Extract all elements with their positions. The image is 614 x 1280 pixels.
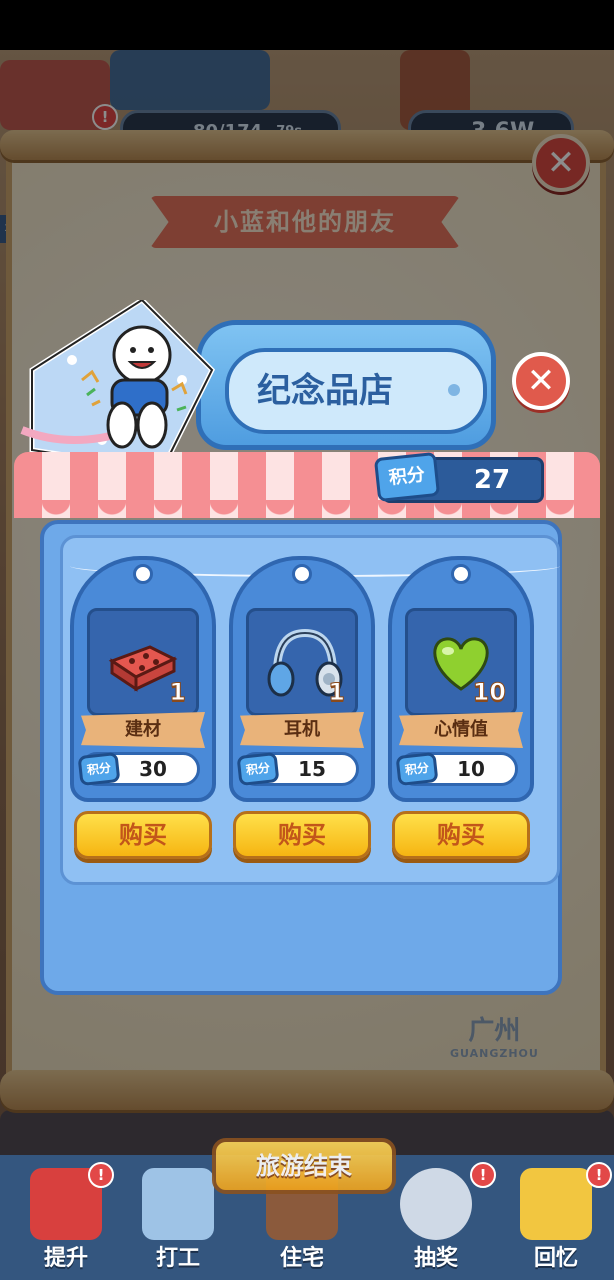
- buy-button[interactable]: 购买: [392, 811, 530, 859]
- nav-label: 回忆: [533, 1246, 578, 1271]
- item-points-label: 积分: [77, 751, 121, 787]
- buy-button[interactable]: 购买: [233, 811, 371, 859]
- nav-label: 住宅: [279, 1246, 324, 1271]
- card-hole: [292, 564, 312, 584]
- notification-badge: !: [586, 1162, 612, 1188]
- nav-label: 抽奖: [413, 1246, 458, 1271]
- status-bar: [0, 0, 614, 50]
- item-name: 耳机: [240, 712, 364, 748]
- item-qty: 10: [472, 678, 506, 707]
- sign-rivet: [448, 384, 460, 396]
- item-price: 30: [139, 757, 167, 781]
- item-qty: 1: [328, 678, 346, 707]
- shop-close-button[interactable]: ✕: [512, 352, 570, 410]
- card-hole: [133, 564, 153, 584]
- notification-badge: !: [470, 1162, 496, 1188]
- nav-label: 打工: [155, 1246, 200, 1271]
- item-qty: 1: [169, 678, 187, 707]
- tv-character-icon: [142, 1168, 214, 1240]
- gacha-machine-icon: [400, 1168, 472, 1240]
- notification-badge: !: [88, 1162, 114, 1188]
- item-name: 心情值: [399, 712, 523, 748]
- nav-label: 提升: [43, 1246, 88, 1271]
- item-points-label: 积分: [236, 751, 280, 787]
- item-points-label: 积分: [395, 751, 439, 787]
- points-label: 积分: [373, 451, 441, 503]
- item-name: 建材: [81, 712, 205, 748]
- camera-icon: [520, 1168, 592, 1240]
- shop-title: 纪念品店: [257, 371, 393, 411]
- end-tour-button[interactable]: 旅游结束: [212, 1138, 396, 1194]
- points-value: 27: [473, 465, 511, 495]
- buy-button[interactable]: 购买: [74, 811, 212, 859]
- item-price: 15: [298, 757, 326, 781]
- card-hole: [451, 564, 471, 584]
- item-price: 10: [457, 757, 485, 781]
